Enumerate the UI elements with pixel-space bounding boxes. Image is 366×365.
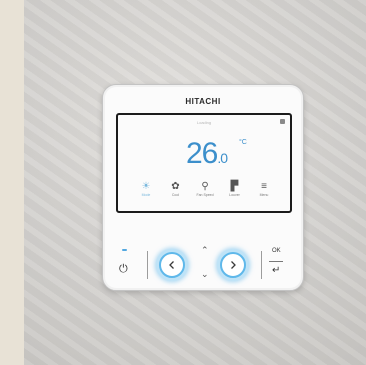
ok-back-divider bbox=[269, 261, 283, 262]
cool-icon: ✿ bbox=[171, 181, 180, 192]
screen-item-menu[interactable]: ≡ Menu bbox=[252, 181, 276, 205]
temperature-value: 26 bbox=[186, 137, 218, 170]
screen-item-mode[interactable]: ☀ Mode bbox=[134, 181, 158, 205]
louver-label: Louver bbox=[229, 193, 240, 197]
chevron-left-icon bbox=[169, 261, 174, 269]
fan-speed-icon: ⚲ bbox=[201, 181, 209, 192]
display-screen[interactable]: Loading 26.0 °C ☀ Mode ✿ Cool ⚲ Fan Spee… bbox=[116, 113, 292, 213]
menu-label: Menu bbox=[259, 193, 269, 197]
fan-speed-label: Fan Speed bbox=[196, 193, 214, 197]
power-button[interactable]: ⏻ bbox=[119, 263, 128, 276]
screen-icon-row: ☀ Mode ✿ Cool ⚲ Fan Speed ▛ Louver ≡ Men… bbox=[134, 181, 276, 205]
temperature-decimal: .0 bbox=[217, 150, 228, 166]
thermostat-panel: HITACHI Loading 26.0 °C ☀ Mode ✿ Cool ⚲ … bbox=[102, 84, 304, 291]
screen-item-cool[interactable]: ✿ Cool bbox=[164, 181, 188, 205]
down-button[interactable]: ⌄ bbox=[201, 269, 209, 280]
menu-icon: ≡ bbox=[261, 181, 267, 192]
screen-item-louver[interactable]: ▛ Louver bbox=[223, 181, 247, 205]
chevron-right-icon bbox=[231, 261, 236, 269]
brand-logo: HITACHI bbox=[185, 97, 221, 106]
screen-item-fan-speed[interactable]: ⚲ Fan Speed bbox=[193, 181, 217, 205]
status-badge-icon bbox=[280, 119, 285, 124]
left-button[interactable] bbox=[159, 252, 185, 278]
ok-button[interactable]: OK bbox=[272, 248, 281, 254]
back-button[interactable]: ↵ bbox=[272, 265, 280, 276]
power-led-indicator bbox=[122, 249, 127, 251]
cool-label: Cool bbox=[171, 193, 180, 197]
up-button[interactable]: ⌃ bbox=[201, 245, 209, 256]
divider-right bbox=[261, 251, 262, 279]
mode-icon: ☀ bbox=[141, 181, 151, 192]
divider-left bbox=[147, 251, 148, 279]
mode-label: Mode bbox=[141, 193, 151, 197]
louver-icon: ▛ bbox=[230, 181, 239, 192]
temperature-unit: °C bbox=[239, 139, 247, 146]
screen-title: Loading bbox=[196, 120, 212, 125]
right-button[interactable] bbox=[220, 252, 246, 278]
temperature-readout: 26.0 bbox=[186, 137, 228, 171]
